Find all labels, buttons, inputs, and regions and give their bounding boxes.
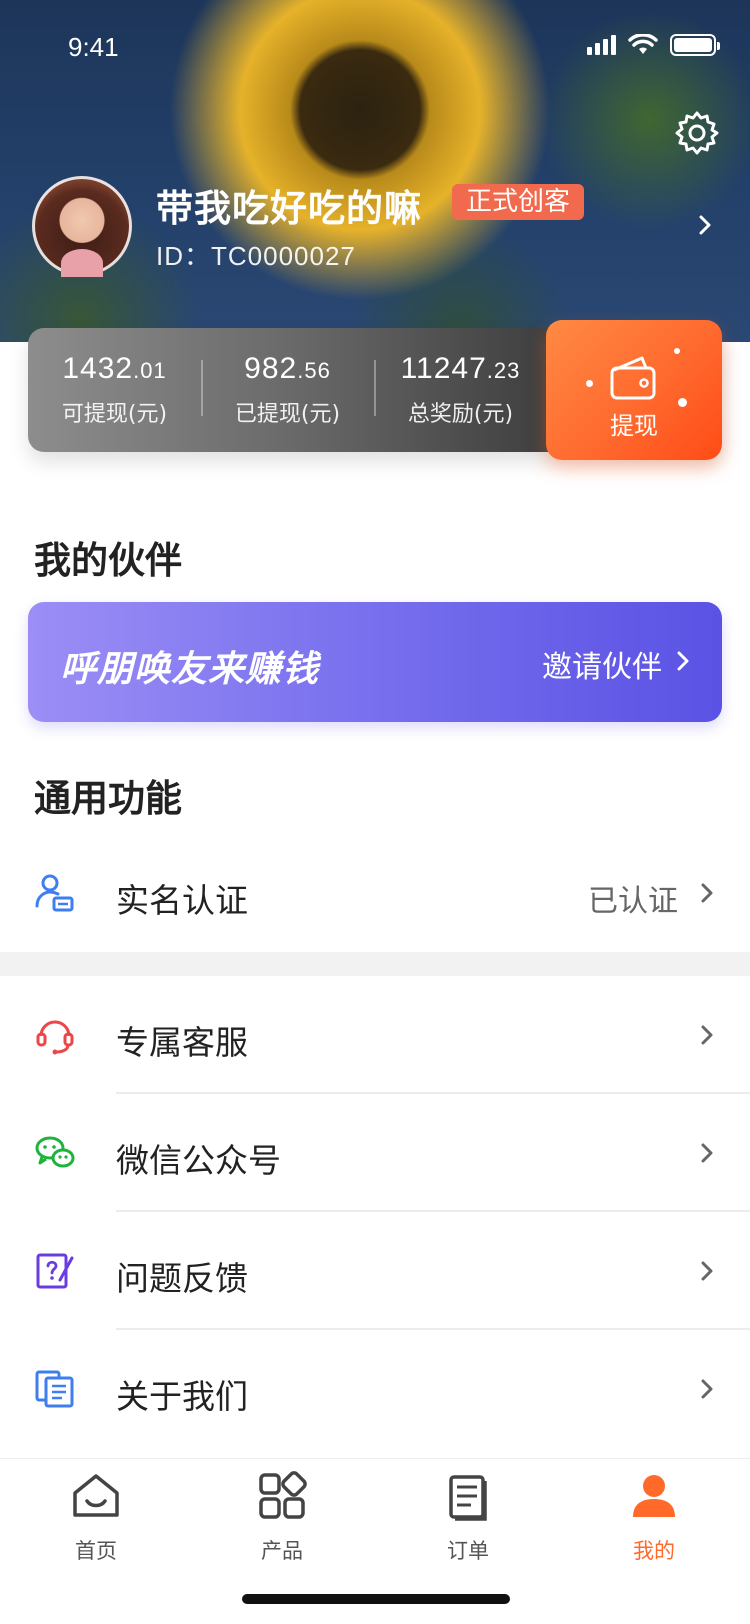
- earning-label: 总奖励(元): [407, 402, 514, 427]
- profile-icon: [633, 1475, 675, 1517]
- headset-icon: [36, 1020, 74, 1055]
- battery-icon: [670, 34, 720, 56]
- tab-orders[interactable]: 订单: [408, 1469, 528, 1565]
- home-icon: [73, 1474, 119, 1517]
- about-icon: [35, 1370, 74, 1408]
- profile-header: 9:41 带我吃好吃的嘛 正式创客 ID：TC0000027: [0, 0, 750, 342]
- id-verify-icon: [35, 874, 74, 912]
- wechat-icon: [35, 1136, 75, 1168]
- earning-label: 可提现(元): [61, 402, 168, 427]
- earning-value-int: 1432: [62, 352, 134, 385]
- general-section-title: 通用功能: [34, 777, 182, 820]
- products-icon: [259, 1471, 307, 1519]
- withdraw-label: 提现: [610, 412, 658, 440]
- wifi-icon: [628, 34, 658, 54]
- tab-label: 产品: [261, 1539, 303, 1563]
- earning-value-dec: .01: [133, 358, 167, 383]
- tab-home[interactable]: 首页: [36, 1469, 156, 1565]
- tab-label: 订单: [447, 1539, 489, 1563]
- user-name: 带我吃好吃的嘛: [156, 187, 422, 230]
- member-badge: 正式创客: [452, 184, 585, 220]
- status-time: 9:41: [68, 32, 119, 62]
- chevron-right-icon: [701, 1143, 713, 1163]
- chevron-right-icon[interactable]: [694, 214, 716, 236]
- user-id: ID：TC0000027: [156, 241, 356, 271]
- chevron-right-icon: [701, 1379, 713, 1399]
- sparkle-icon: [586, 380, 593, 387]
- tab-profile[interactable]: 我的: [594, 1469, 714, 1565]
- earning-value-int: 982: [244, 352, 298, 385]
- home-indicator[interactable]: [242, 1594, 510, 1604]
- earnings-card: 1432.01 可提现(元) 982.56 已提现(元) 11247.23 总奖…: [28, 320, 722, 460]
- earning-withdrawable: 1432.01 可提现(元): [28, 352, 201, 428]
- list-item-label: 关于我们: [116, 1377, 248, 1416]
- section-divider: [0, 952, 750, 976]
- earning-value-dec: .56: [297, 358, 331, 383]
- chevron-right-icon: [701, 883, 713, 903]
- list-item-real-name-verify[interactable]: 实名认证 已认证: [0, 834, 750, 952]
- tab-label: 我的: [633, 1539, 675, 1563]
- earning-withdrawn: 982.56 已提现(元): [201, 352, 374, 428]
- invite-partner-banner[interactable]: 呼朋唤友来赚钱 邀请伙伴: [28, 602, 722, 722]
- earning-value-dec: .23: [486, 358, 521, 383]
- verify-status: 已认证: [588, 884, 678, 919]
- tab-products[interactable]: 产品: [222, 1469, 342, 1565]
- status-bar: 9:41: [0, 0, 750, 96]
- list-item-label: 实名认证: [116, 881, 248, 920]
- chevron-right-icon: [701, 1025, 713, 1045]
- invite-slogan: 呼朋唤友来赚钱: [60, 649, 320, 690]
- signal-icon: [587, 35, 616, 55]
- partners-section-title: 我的伙伴: [34, 539, 182, 582]
- earning-label: 已提现(元): [234, 402, 341, 427]
- list-item-feedback[interactable]: 问题反馈: [0, 1212, 750, 1330]
- earning-value-int: 11247: [400, 352, 487, 385]
- list-item-label: 微信公众号: [116, 1141, 281, 1180]
- chevron-right-icon: [677, 651, 689, 671]
- list-item-label: 专属客服: [116, 1023, 248, 1062]
- sparkle-icon: [674, 348, 680, 354]
- feedback-icon: [36, 1253, 74, 1289]
- orders-icon: [449, 1475, 487, 1521]
- invite-partner-link[interactable]: 邀请伙伴: [542, 642, 662, 686]
- wallet-icon: [610, 356, 656, 400]
- chevron-right-icon: [701, 1261, 713, 1281]
- status-icons: [587, 34, 720, 56]
- settings-gear-icon[interactable]: [674, 110, 720, 156]
- list-item-label: 问题反馈: [116, 1259, 248, 1298]
- list-item-wechat-official[interactable]: 微信公众号: [0, 1094, 750, 1212]
- earnings-summary: 1432.01 可提现(元) 982.56 已提现(元) 11247.23 总奖…: [28, 328, 548, 452]
- avatar[interactable]: [32, 176, 132, 277]
- earning-total-reward: 11247.23 总奖励(元): [374, 352, 547, 428]
- withdraw-button[interactable]: 提现: [502, 320, 722, 460]
- list-item-about-us[interactable]: 关于我们: [0, 1330, 750, 1448]
- list-item-customer-service[interactable]: 专属客服: [0, 976, 750, 1094]
- tab-label: 首页: [75, 1539, 117, 1563]
